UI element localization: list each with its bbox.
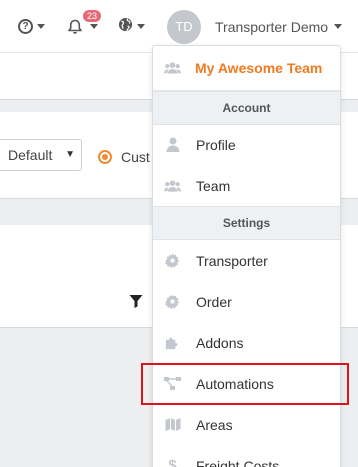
caret-down-icon	[334, 24, 343, 29]
menu-item-addons[interactable]: Addons	[153, 322, 340, 363]
menu-item-areas[interactable]: Areas	[153, 404, 340, 445]
menu-item-freight-costs[interactable]: $ Freight Costs	[153, 445, 340, 467]
filter-icon[interactable]	[129, 294, 143, 313]
users-icon	[164, 60, 181, 77]
users-icon	[164, 177, 181, 194]
help-menu-toggle[interactable]: ?	[18, 0, 45, 53]
settings-section-header: Settings	[153, 206, 340, 240]
menu-item-label: Addons	[196, 334, 244, 351]
notifications-toggle[interactable]: 23	[68, 0, 102, 53]
gear-icon	[164, 293, 181, 310]
menu-item-label: Team	[196, 177, 231, 194]
caret-down-icon	[90, 24, 98, 29]
caret-down-icon	[137, 24, 145, 29]
account-section-header: Account	[153, 91, 340, 125]
dollar-icon: $	[168, 457, 177, 467]
menu-item-label: Profile	[196, 136, 236, 153]
select-caret-icon: ▼	[65, 149, 75, 160]
avatar: TD	[167, 9, 201, 44]
user-name: Transporter Demo	[215, 18, 329, 35]
globe-icon	[118, 17, 133, 37]
menu-item-profile[interactable]: Profile	[153, 124, 340, 165]
puzzle-icon	[164, 334, 181, 351]
menu-item-label: Order	[196, 293, 232, 310]
custom-radio[interactable]	[98, 150, 112, 164]
view-select-value: Default	[8, 147, 53, 163]
highlight-box	[141, 363, 349, 405]
user-icon	[164, 136, 181, 153]
menu-item-transporter[interactable]: Transporter	[153, 240, 340, 281]
bell-icon	[68, 19, 82, 35]
question-circle-icon: ?	[18, 19, 33, 34]
gear-icon	[164, 252, 181, 269]
menu-item-label: Areas	[196, 416, 233, 433]
language-menu-toggle[interactable]	[118, 0, 145, 53]
view-select[interactable]: Default ▼	[0, 139, 82, 171]
menu-item-order[interactable]: Order	[153, 281, 340, 322]
team-name: My Awesome Team	[195, 60, 323, 76]
caret-down-icon	[37, 24, 45, 29]
custom-radio-label: Cust	[121, 149, 150, 165]
menu-item-label: Transporter	[196, 252, 268, 269]
team-switcher[interactable]: My Awesome Team	[153, 46, 340, 91]
menu-item-team[interactable]: Team	[153, 165, 340, 206]
menu-item-label: Freight Costs	[196, 457, 280, 467]
notification-count-badge: 23	[83, 10, 102, 22]
map-icon	[164, 416, 181, 433]
